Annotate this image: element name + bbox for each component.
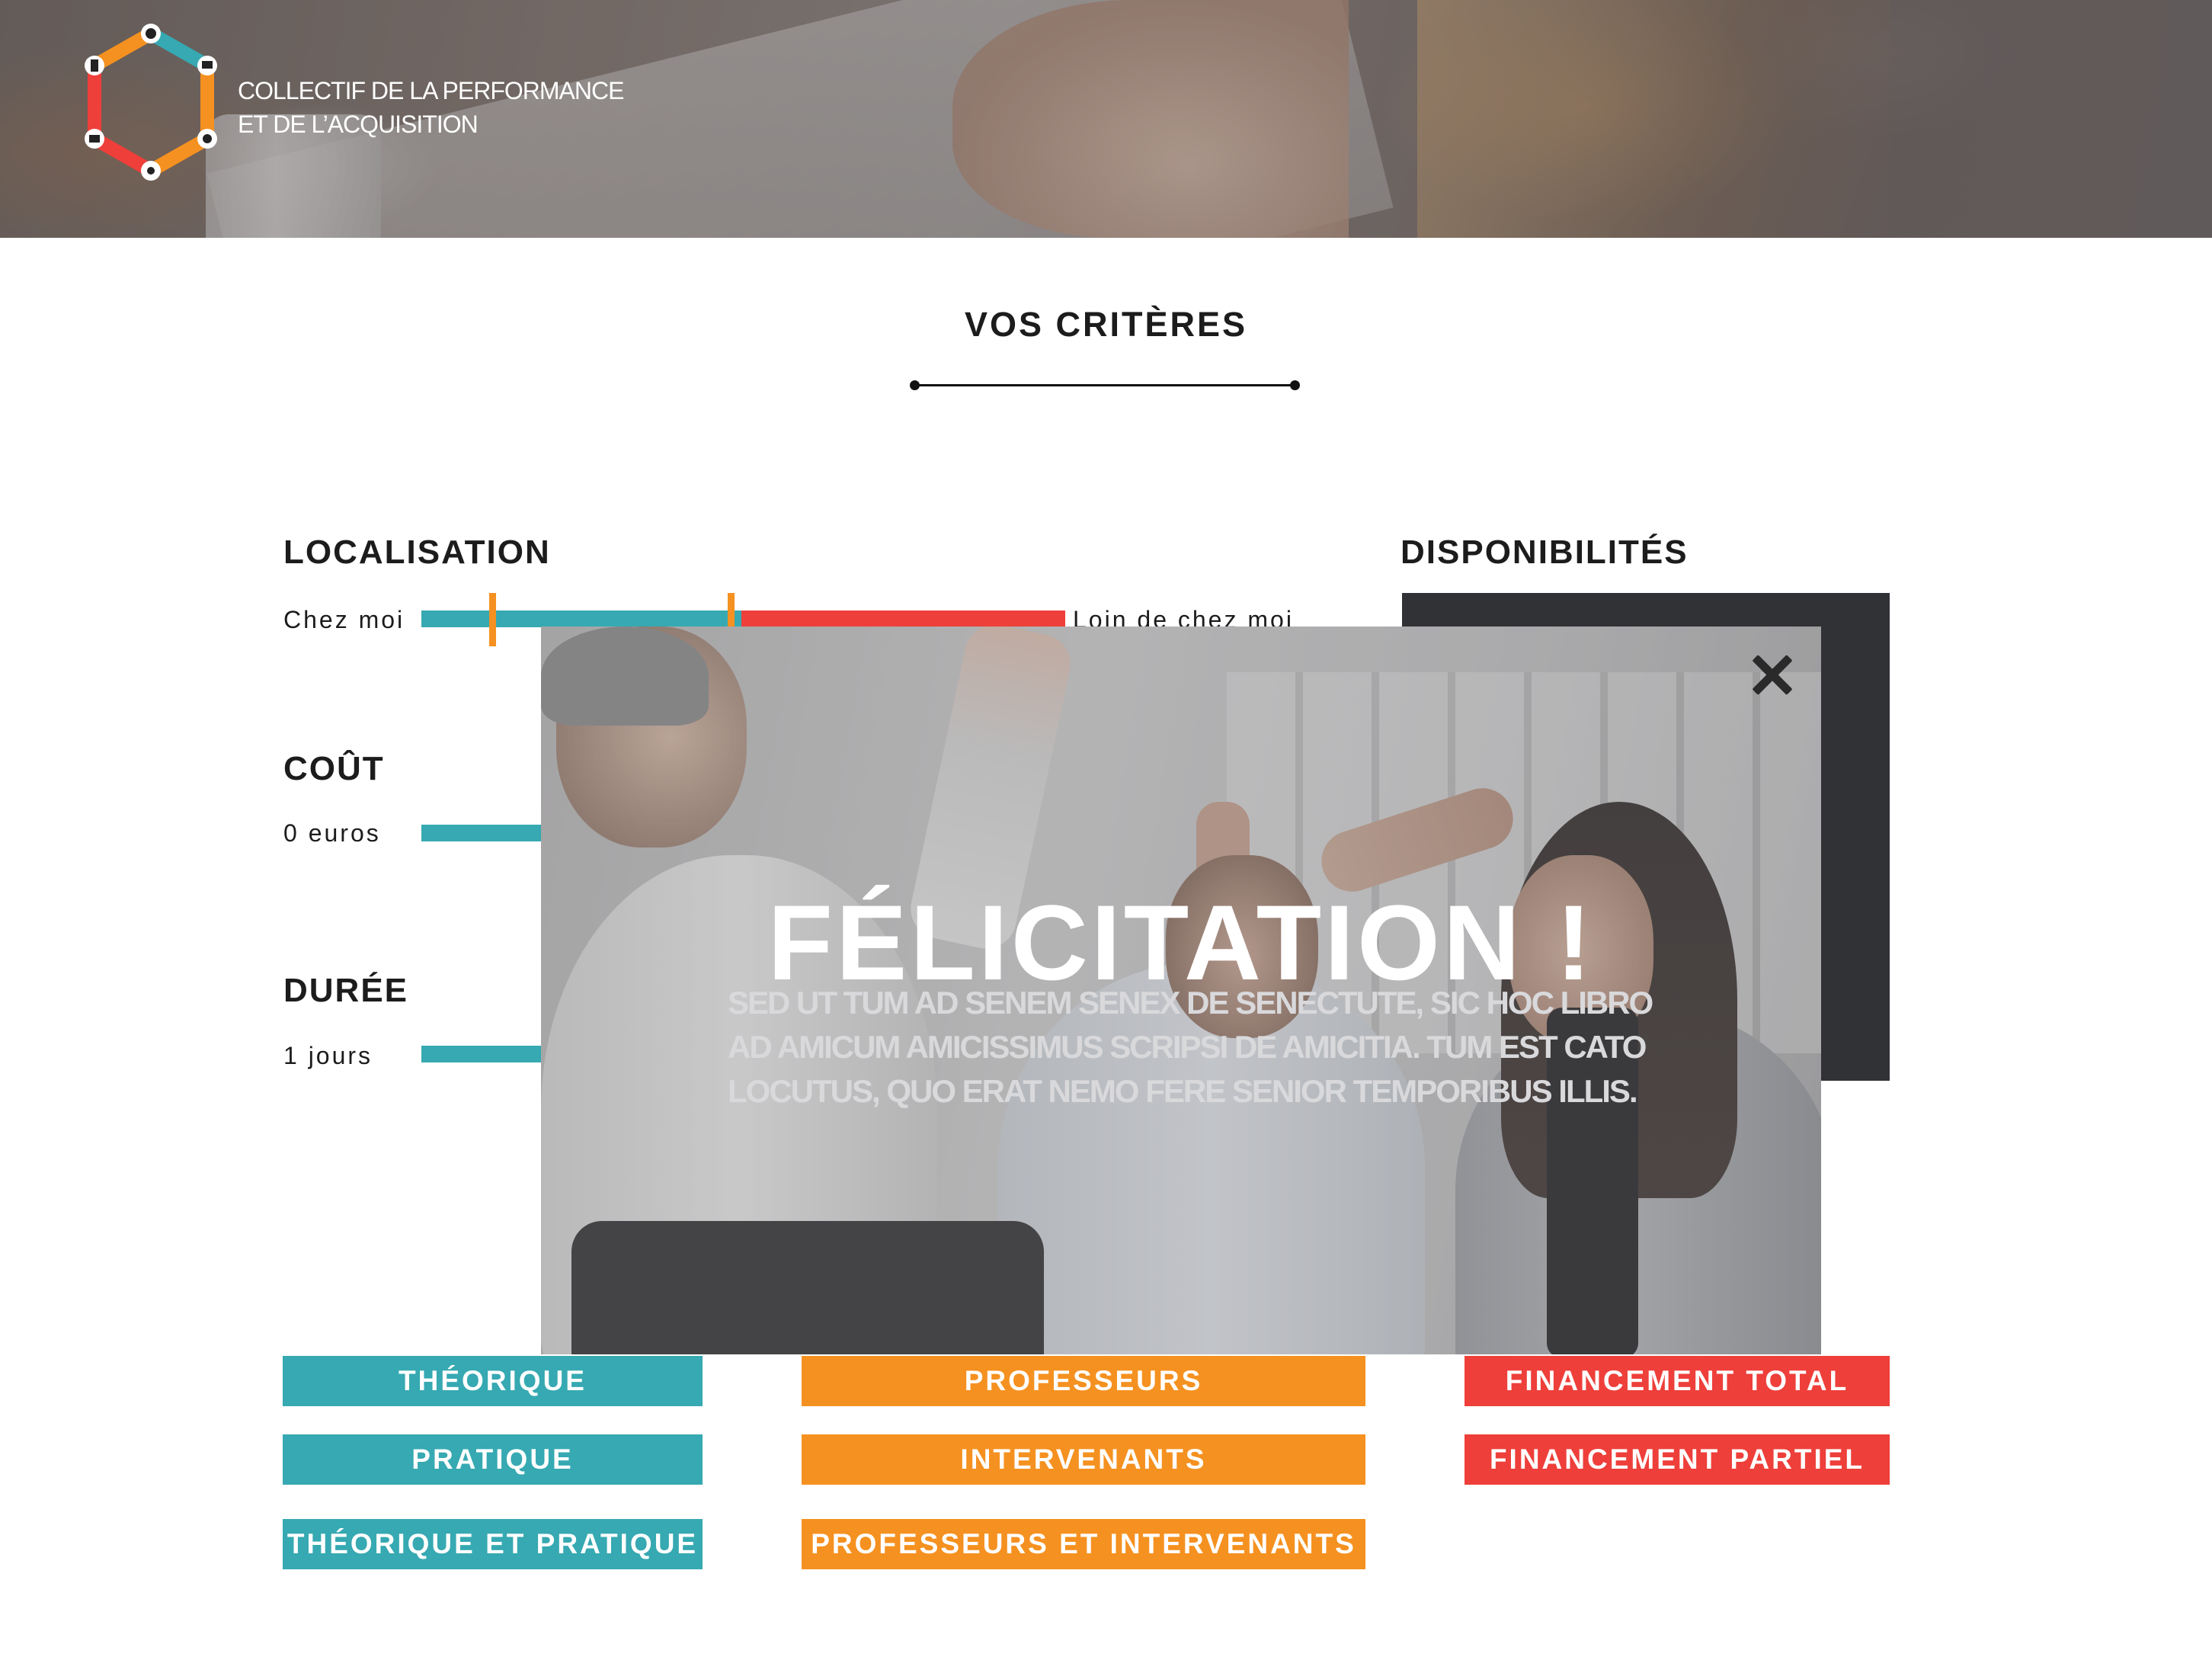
localisation-slider-track-selected[interactable]: [421, 610, 741, 627]
localisation-label: LOCALISATION: [283, 534, 551, 571]
tag-pratique[interactable]: PRATIQUE: [283, 1434, 703, 1485]
localisation-min-label: Chez moi: [283, 606, 405, 633]
title-divider: [910, 380, 1300, 390]
tag-professeurs[interactable]: PROFESSEURS: [802, 1356, 1365, 1406]
tag-theorique[interactable]: THÉORIQUE: [283, 1356, 703, 1406]
brand-name: COLLECTIF DE LA PERFORMANCE ET DE L’ACQU…: [238, 74, 624, 141]
brand-line-1: COLLECTIF DE LA PERFORMANCE: [238, 77, 624, 104]
page-title: VOS CRITÈRES: [964, 305, 1248, 344]
close-icon[interactable]: [1745, 648, 1800, 703]
disponibilites-label: DISPONIBILITÉS: [1401, 534, 1689, 571]
tag-theorique-et-pratique[interactable]: THÉORIQUE ET PRATIQUE: [283, 1519, 703, 1569]
modal-text-line-2: AD AMICUM AMICISSIMUS SCRIPSI DE AMICITI…: [728, 1029, 1647, 1065]
tag-professeurs-et-intervenants[interactable]: PROFESSEURS ET INTERVENANTS: [802, 1519, 1365, 1569]
duree-label: DURÉE: [283, 972, 409, 1009]
header-banner: COLLECTIF DE LA PERFORMANCE ET DE L’ACQU…: [0, 0, 2212, 238]
brand-line-2: ET DE L’ACQUISITION: [238, 111, 479, 138]
tag-financement-partiel[interactable]: FINANCEMENT PARTIEL: [1465, 1434, 1890, 1485]
modal-text-line-3: LOCUTUS, QUO ERAT NEMO FERE SENIOR TEMPO…: [728, 1073, 1638, 1109]
tag-financement-total[interactable]: FINANCEMENT TOTAL: [1465, 1356, 1890, 1406]
logo-hexagon-icon[interactable]: [82, 23, 219, 183]
modal-text: SED UT TUM AD SENEM SENEX DE SENECTUTE, …: [728, 981, 1673, 1114]
localisation-slider-track-rest[interactable]: [741, 610, 1065, 627]
cout-label: COÛT: [283, 750, 385, 787]
localisation-slider-handle-min[interactable]: [489, 593, 496, 646]
modal-text-line-1: SED UT TUM AD SENEM SENEX DE SENECTUTE, …: [728, 985, 1653, 1021]
tag-intervenants[interactable]: INTERVENANTS: [802, 1434, 1365, 1485]
duree-min-label: 1 jours: [283, 1042, 373, 1069]
congratulation-modal[interactable]: FÉLICITATION ! SED UT TUM AD SENEM SENEX…: [541, 627, 1821, 1354]
cout-min-label: 0 euros: [283, 819, 381, 847]
